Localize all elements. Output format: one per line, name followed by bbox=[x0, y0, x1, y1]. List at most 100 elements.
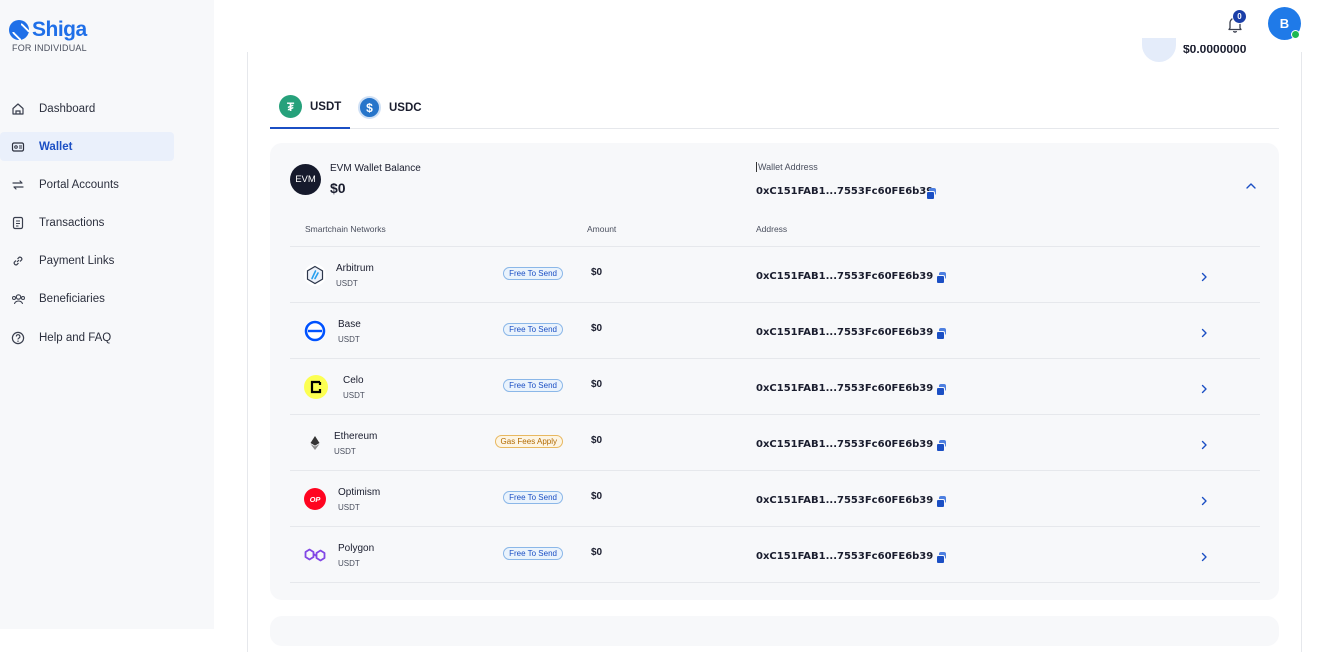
ethereum-icon bbox=[304, 432, 326, 454]
sidebar: Shiga FOR INDIVIDUAL Dashboard Wallet Po… bbox=[0, 0, 214, 629]
network-amount: $0 bbox=[591, 379, 603, 390]
wallet-address-label: Wallet Address bbox=[756, 162, 818, 172]
sidebar-item-label: Beneficiaries bbox=[39, 293, 105, 306]
copy-icon[interactable] bbox=[936, 552, 947, 564]
column-header-network: Smartchain Networks bbox=[305, 224, 386, 234]
network-symbol: USDT bbox=[338, 335, 360, 344]
status-badge: Free To Send bbox=[503, 491, 563, 504]
brand-logo[interactable]: Shiga FOR INDIVIDUAL bbox=[9, 18, 87, 53]
receipt-icon bbox=[10, 215, 26, 231]
users-icon bbox=[10, 291, 26, 307]
help-icon bbox=[10, 330, 26, 346]
status-badge: Gas Fees Apply bbox=[494, 435, 563, 448]
sidebar-item-label: Wallet bbox=[39, 140, 73, 153]
evm-icon: EVM bbox=[290, 164, 321, 195]
sidebar-item-label: Dashboard bbox=[39, 102, 96, 115]
network-address: 0xC151FAB1...7553Fc60FE6b39 bbox=[756, 439, 934, 450]
network-name: Polygon bbox=[338, 543, 375, 554]
network-name: Celo bbox=[343, 375, 364, 386]
copy-icon[interactable] bbox=[936, 272, 947, 284]
online-status-dot bbox=[1291, 30, 1300, 39]
chevron-right-icon[interactable] bbox=[1200, 549, 1208, 562]
network-name: Optimism bbox=[338, 487, 381, 498]
network-address: 0xC151FAB1...7553Fc60FE6b39 bbox=[756, 495, 934, 506]
status-badge: Free To Send bbox=[503, 547, 563, 560]
sidebar-nav: Dashboard Wallet Portal Accounts Transac… bbox=[0, 94, 214, 361]
sidebar-item-dashboard[interactable]: Dashboard bbox=[0, 94, 174, 123]
network-name: Ethereum bbox=[334, 431, 378, 442]
tab-label: USDC bbox=[389, 101, 422, 114]
sidebar-item-payment-links[interactable]: Payment Links bbox=[0, 247, 174, 276]
network-amount: $0 bbox=[591, 491, 603, 502]
next-wallet-card bbox=[270, 616, 1279, 646]
network-symbol: USDT bbox=[336, 279, 358, 288]
wallet-icon bbox=[10, 139, 26, 155]
network-amount: $0 bbox=[591, 323, 603, 334]
notification-count-badge: 0 bbox=[1232, 9, 1247, 24]
polygon-icon bbox=[304, 544, 326, 566]
network-address: 0xC151FAB1...7553Fc60FE6b39 bbox=[756, 327, 934, 338]
base-icon bbox=[304, 320, 326, 342]
chevron-right-icon[interactable] bbox=[1200, 437, 1208, 450]
sidebar-item-wallet[interactable]: Wallet bbox=[0, 132, 174, 162]
copy-icon[interactable] bbox=[936, 440, 947, 452]
evm-balance-title: EVM Wallet Balance bbox=[330, 163, 421, 174]
network-symbol: USDT bbox=[343, 391, 365, 400]
usdc-icon: $ bbox=[358, 96, 381, 119]
status-badge: Free To Send bbox=[503, 323, 563, 336]
tab-usdc[interactable]: $ USDC bbox=[358, 86, 422, 129]
chevron-right-icon[interactable] bbox=[1200, 493, 1208, 506]
wallet-address-value: 0xC151FAB1...7553Fc60FE6b39 bbox=[756, 186, 934, 197]
copy-icon[interactable] bbox=[936, 496, 947, 508]
sidebar-item-label: Transactions bbox=[39, 217, 105, 230]
tether-icon: ₮ bbox=[279, 95, 302, 118]
column-header-address: Address bbox=[756, 224, 788, 234]
chevron-up-icon[interactable] bbox=[1245, 178, 1257, 189]
table-row[interactable]: Base USDT Free To Send $0 0xC151FAB1...7… bbox=[290, 303, 1260, 359]
network-address: 0xC151FAB1...7553Fc60FE6b39 bbox=[756, 271, 934, 282]
network-name: Base bbox=[338, 319, 361, 330]
chevron-right-icon[interactable] bbox=[1200, 381, 1208, 394]
link-icon bbox=[10, 253, 26, 269]
status-badge: Free To Send bbox=[503, 379, 563, 392]
table-row[interactable]: Ethereum USDT Gas Fees Apply $0 0xC151FA… bbox=[290, 415, 1260, 471]
brand-name: Shiga bbox=[32, 18, 87, 41]
network-address: 0xC151FAB1...7553Fc60FE6b39 bbox=[756, 383, 934, 394]
celo-icon bbox=[304, 375, 328, 399]
sidebar-item-label: Help and FAQ bbox=[39, 331, 112, 344]
copy-icon[interactable] bbox=[936, 384, 947, 396]
shiga-logo-icon bbox=[9, 20, 29, 40]
sidebar-item-beneficiaries[interactable]: Beneficiaries bbox=[0, 285, 174, 314]
home-icon bbox=[10, 101, 26, 117]
tab-usdt[interactable]: ₮ USDT bbox=[270, 86, 350, 129]
brand-subtitle: FOR INDIVIDUAL bbox=[12, 43, 87, 53]
network-symbol: USDT bbox=[338, 503, 360, 512]
table-row[interactable]: OP Optimism USDT Free To Send $0 0xC151F… bbox=[290, 471, 1260, 527]
total-balance-amount: $0.0000000 bbox=[1183, 45, 1247, 56]
table-row[interactable]: Arbitrum USDT Free To Send $0 0xC151FAB1… bbox=[290, 247, 1260, 303]
copy-icon[interactable] bbox=[936, 328, 947, 340]
sidebar-item-transactions[interactable]: Transactions bbox=[0, 209, 174, 238]
sidebar-item-portal-accounts[interactable]: Portal Accounts bbox=[0, 170, 174, 199]
tab-label: USDT bbox=[310, 100, 342, 113]
network-name: Arbitrum bbox=[336, 263, 374, 274]
column-header-amount: Amount bbox=[587, 224, 617, 234]
swap-icon bbox=[10, 177, 26, 193]
arbitrum-icon bbox=[304, 264, 326, 286]
network-amount: $0 bbox=[591, 547, 603, 558]
table-row[interactable]: Polygon USDT Free To Send $0 0xC151FAB1.… bbox=[290, 527, 1260, 583]
network-amount: $0 bbox=[591, 435, 603, 446]
copy-icon[interactable] bbox=[926, 188, 937, 200]
optimism-icon: OP bbox=[304, 488, 326, 510]
chevron-right-icon[interactable] bbox=[1200, 325, 1208, 338]
network-symbol: USDT bbox=[334, 447, 356, 456]
chevron-right-icon[interactable] bbox=[1200, 269, 1208, 282]
network-amount: $0 bbox=[591, 267, 603, 278]
sidebar-item-label: Payment Links bbox=[39, 255, 115, 268]
table-row[interactable]: Celo USDT Free To Send $0 0xC151FAB1...7… bbox=[290, 359, 1260, 415]
network-symbol: USDT bbox=[338, 559, 360, 568]
evm-balance-value: $0 bbox=[330, 180, 346, 196]
sidebar-item-help-and-faq[interactable]: Help and FAQ bbox=[0, 323, 174, 352]
currency-tabs: ₮ USDT $ USDC bbox=[270, 86, 1279, 129]
network-address: 0xC151FAB1...7553Fc60FE6b39 bbox=[756, 551, 934, 562]
